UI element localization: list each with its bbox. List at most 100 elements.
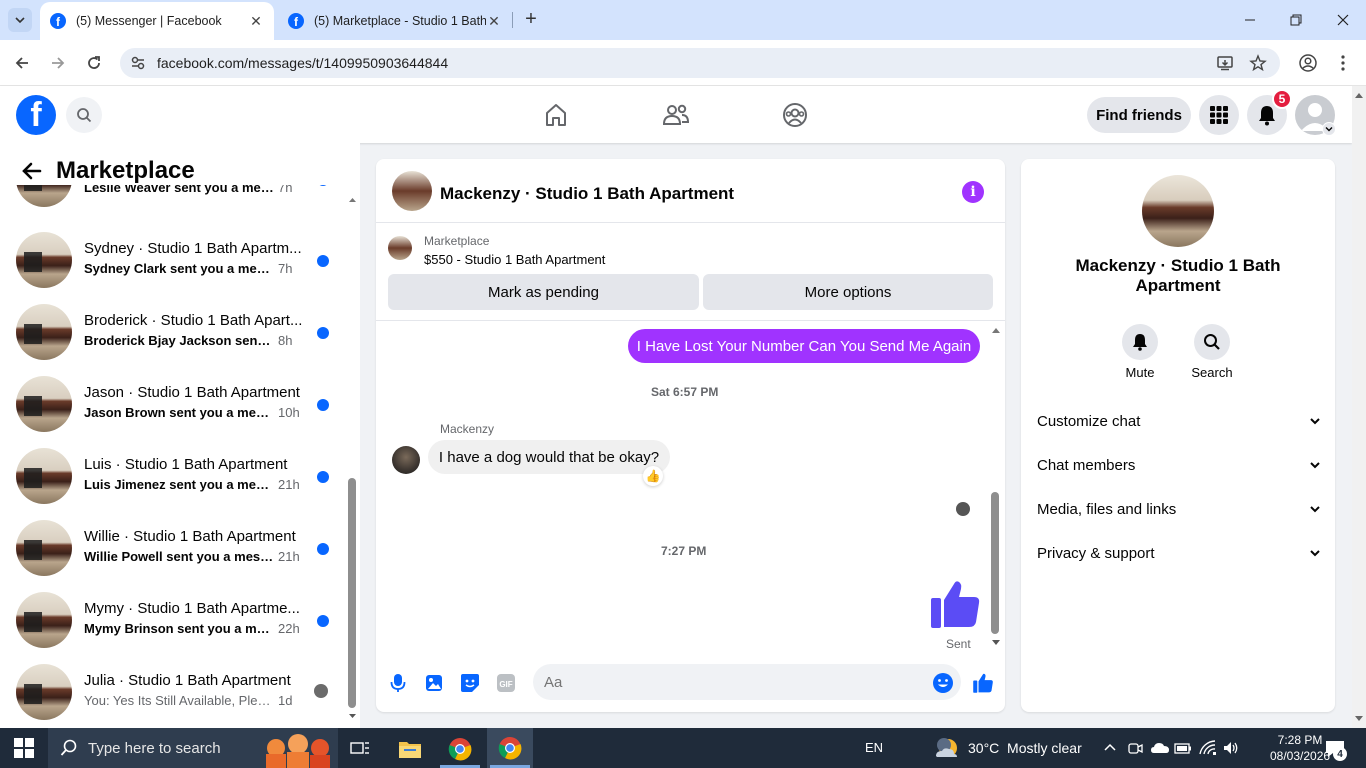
media-files-links-section[interactable]: Media, files and links: [1037, 497, 1321, 521]
chat-members-section[interactable]: Chat members: [1037, 453, 1321, 477]
message-reaction[interactable]: 👍: [643, 466, 663, 486]
reload-icon: [88, 56, 100, 69]
scrollbar-thumb[interactable]: [348, 478, 356, 708]
page-scrollbar[interactable]: [1352, 86, 1366, 728]
conversation-item[interactable]: Julia · Studio 1 Bath Apartment You: Yes…: [0, 656, 345, 728]
more-options-button[interactable]: More options: [703, 274, 993, 310]
url-text[interactable]: facebook.com/messages/t/1409950903644844: [157, 55, 448, 71]
message-timestamp: Sat 6:57 PM: [651, 385, 719, 399]
conversation-item[interactable]: Mymy · Studio 1 Bath Apartme... Mymy Bri…: [0, 584, 345, 656]
input-language[interactable]: EN: [865, 740, 883, 755]
chat-title[interactable]: Mackenzy · Studio 1 Bath Apartment: [440, 184, 734, 204]
conversation-item[interactable]: Willie · Studio 1 Bath Apartment Willie …: [0, 512, 345, 584]
outgoing-message-bubble[interactable]: I Have Lost Your Number Can You Send Me …: [628, 329, 980, 363]
conversation-item[interactable]: Leslie Weaver sent you a messa... 7h: [0, 185, 345, 215]
reload-button[interactable]: [82, 52, 106, 74]
file-explorer-button[interactable]: [392, 734, 428, 764]
facebook-search-button[interactable]: [66, 97, 102, 133]
menu-button[interactable]: [1199, 95, 1239, 135]
profile-icon[interactable]: [1298, 53, 1318, 73]
home-nav-button[interactable]: [540, 100, 572, 130]
taskbar-search-box[interactable]: Type here to search: [48, 728, 338, 768]
conversation-item[interactable]: Jason · Studio 1 Bath Apartment Jason Br…: [0, 368, 345, 440]
notification-center-count: 4: [1333, 747, 1347, 761]
emoji-button[interactable]: [932, 672, 954, 694]
friends-nav-button[interactable]: [660, 100, 692, 130]
close-tab-icon[interactable]: ✕: [248, 13, 264, 30]
scrollbar-thumb[interactable]: [991, 492, 999, 634]
listing-thumbnail: [16, 448, 72, 504]
minimize-icon: [1245, 19, 1255, 21]
conversation-item[interactable]: Broderick · Studio 1 Bath Apart... Brode…: [0, 296, 345, 368]
conversation-time: 8h: [278, 333, 293, 348]
back-button[interactable]: [10, 52, 34, 74]
chat-listing-avatar[interactable]: [392, 171, 432, 211]
privacy-support-section[interactable]: Privacy & support: [1037, 541, 1321, 565]
restore-button[interactable]: [1278, 6, 1314, 34]
attach-image-button[interactable]: [423, 672, 445, 694]
conversation-snippet: Jason Brown sent you a messa...: [84, 405, 274, 420]
listing-thumbnail: [16, 304, 72, 360]
incoming-message-bubble[interactable]: I have a dog would that be okay?: [428, 440, 670, 474]
voice-clip-button[interactable]: [387, 672, 409, 694]
grid-menu-icon: [1210, 106, 1228, 124]
close-window-button[interactable]: [1325, 6, 1361, 34]
site-settings-icon[interactable]: [130, 55, 146, 71]
chrome-taskbar-button[interactable]: [442, 734, 478, 764]
browser-tab-marketplace[interactable]: f (5) Marketplace - Studio 1 Bath ✕: [278, 2, 512, 40]
message-input[interactable]: [533, 664, 923, 700]
start-button[interactable]: [14, 738, 34, 758]
search-label: Search: [1191, 365, 1233, 380]
tab-search-button[interactable]: [8, 8, 32, 32]
unread-dot: [317, 327, 329, 339]
system-clock[interactable]: 7:28 PM 08/03/2026: [1270, 732, 1330, 764]
chrome-profile-taskbar-button[interactable]: [487, 728, 533, 768]
conversation-time: 7h: [278, 261, 293, 276]
sticker-button[interactable]: [459, 672, 481, 694]
minimize-button[interactable]: [1232, 6, 1268, 34]
gif-button[interactable]: GIF: [495, 672, 517, 694]
listing-avatar-large[interactable]: [1142, 175, 1214, 247]
browser-tab-messenger[interactable]: f (5) Messenger | Facebook ✕: [40, 2, 274, 40]
listing-thumbnail[interactable]: [388, 236, 412, 260]
seen-by-avatar: [956, 502, 970, 516]
listing-thumbnail: [16, 592, 72, 648]
onedrive-cloud-icon[interactable]: [1150, 741, 1170, 755]
new-tab-button[interactable]: +: [520, 8, 542, 32]
conversation-info-icon[interactable]: i: [962, 181, 984, 203]
conversation-item[interactable]: Luis · Studio 1 Bath Apartment Luis Jime…: [0, 440, 345, 512]
sender-avatar[interactable]: [392, 446, 420, 474]
big-thumbs-up-icon[interactable]: [928, 578, 982, 630]
facebook-logo-icon[interactable]: f: [16, 95, 56, 135]
panel-title: Marketplace: [56, 157, 195, 184]
task-view-button[interactable]: [342, 734, 378, 764]
conversation-name: Jason · Studio 1 Bath Apartment: [84, 384, 300, 401]
forward-button[interactable]: [46, 52, 70, 74]
find-friends-button[interactable]: Find friends: [1087, 97, 1191, 133]
friends-icon: [662, 104, 690, 125]
bookmark-star-icon[interactable]: [1249, 54, 1267, 72]
show-hidden-icons-chevron-up-icon[interactable]: [1103, 741, 1117, 753]
mark-as-pending-button[interactable]: Mark as pending: [388, 274, 699, 310]
mute-button[interactable]: [1122, 324, 1158, 360]
back-arrow-icon[interactable]: [20, 161, 42, 181]
conversation-time: 21h: [278, 477, 300, 492]
meet-now-icon[interactable]: [1127, 740, 1143, 756]
battery-icon[interactable]: [1174, 741, 1192, 755]
groups-nav-button[interactable]: [779, 100, 811, 130]
conversation-item[interactable]: Sydney · Studio 1 Bath Apartm... Sydney …: [0, 224, 345, 296]
close-tab-icon[interactable]: ✕: [486, 13, 502, 30]
send-like-button[interactable]: [972, 672, 994, 694]
weather-icon[interactable]: [934, 736, 960, 760]
tab-title: (5) Marketplace - Studio 1 Bath: [314, 14, 486, 28]
weather-text[interactable]: 30°C Mostly clear: [968, 740, 1082, 756]
customize-chat-section[interactable]: Customize chat: [1037, 409, 1321, 433]
account-chevron-icon[interactable]: [1322, 122, 1336, 136]
unread-dot: [317, 255, 329, 267]
install-app-icon[interactable]: [1216, 54, 1234, 72]
search-in-conversation-button[interactable]: [1194, 324, 1230, 360]
listing-price-title[interactable]: $550 - Studio 1 Bath Apartment: [424, 252, 605, 267]
wifi-icon[interactable]: [1199, 740, 1217, 756]
volume-icon[interactable]: [1222, 740, 1240, 756]
chrome-menu-icon[interactable]: [1336, 53, 1350, 73]
